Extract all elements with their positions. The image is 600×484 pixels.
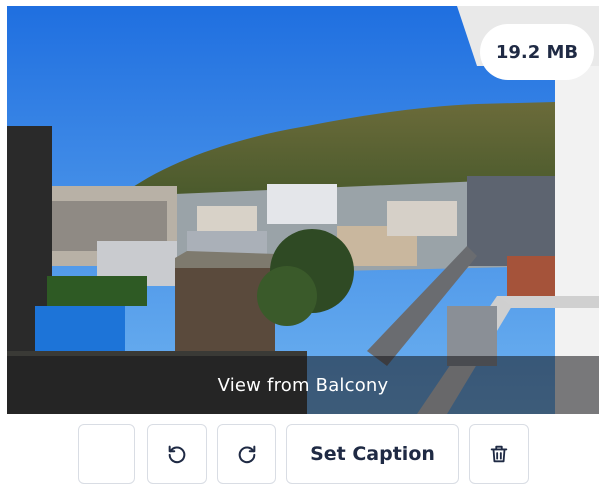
file-size-badge: 19.2 MB xyxy=(480,24,594,80)
photo-preview: 19.2 MB View from Balcony xyxy=(7,6,599,414)
rotate-left-button[interactable] xyxy=(147,424,207,484)
trash-icon xyxy=(488,443,510,465)
set-caption-label: Set Caption xyxy=(310,443,435,465)
photo-caption: View from Balcony xyxy=(217,374,389,396)
photo-toolbar: Set Caption xyxy=(0,422,600,484)
delete-button[interactable] xyxy=(469,424,529,484)
rotate-right-button[interactable] xyxy=(217,424,276,484)
rotate-right-icon xyxy=(236,443,258,465)
blank-button[interactable] xyxy=(78,424,135,484)
rotate-left-icon xyxy=(166,443,188,465)
caption-overlay: View from Balcony xyxy=(7,356,599,414)
set-caption-button[interactable]: Set Caption xyxy=(286,424,459,484)
